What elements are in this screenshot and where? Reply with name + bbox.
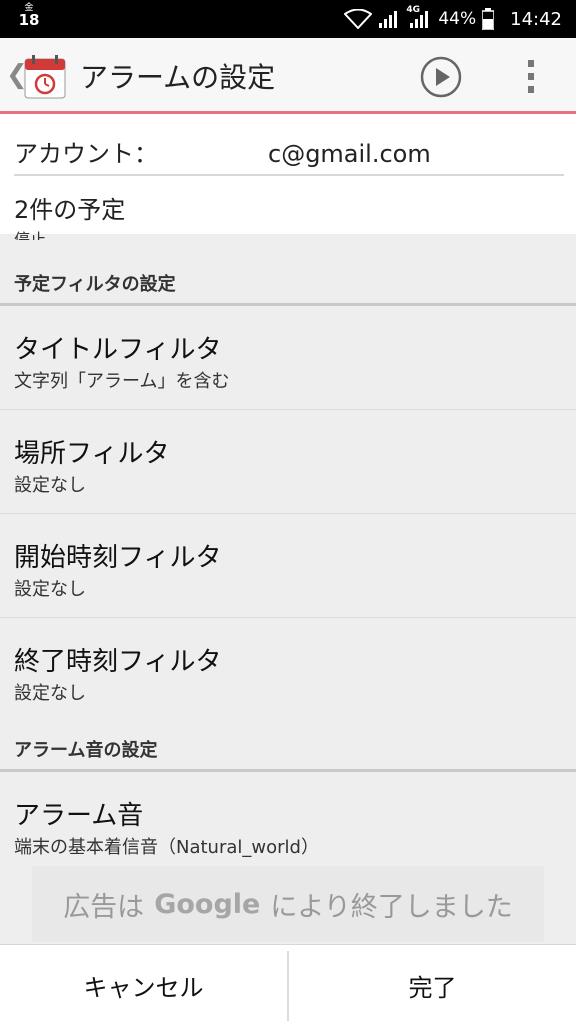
item-subtitle: 文字列「アラーム」を含む: [14, 371, 230, 392]
item-subtitle: 設定なし: [14, 475, 86, 496]
item-divider: [0, 513, 576, 514]
more-icon[interactable]: [525, 58, 537, 96]
page-title: アラームの設定: [80, 61, 276, 94]
filter-section-header: 予定フィルタの設定: [14, 274, 176, 295]
bottom-button-bar: キャンセル 完了: [0, 944, 576, 1025]
account-row: アカウント： c@gmail.com: [14, 134, 431, 169]
item-title: 終了時刻フィルタ: [14, 647, 222, 677]
battery-percent: 44%: [438, 9, 477, 29]
action-bar: ❮ アラームの設定: [0, 38, 576, 114]
item-divider: [0, 409, 576, 410]
end-time-filter-item[interactable]: 終了時刻フィルタ 設定なし: [0, 619, 576, 722]
battery-icon: [482, 8, 495, 30]
account-label: アカウント：: [14, 140, 158, 168]
status-right: 4G 44% 14:42: [344, 0, 562, 38]
events-count: 2件の予定: [14, 196, 126, 224]
section-divider: [0, 303, 576, 306]
cancel-button[interactable]: キャンセル: [0, 945, 287, 1025]
item-subtitle: 端末の基本着信音（Natural_world）: [14, 837, 319, 858]
item-title: 開始時刻フィルタ: [14, 543, 222, 573]
title-filter-item[interactable]: タイトルフィルタ 文字列「アラーム」を含む: [0, 307, 576, 410]
lte-signal-icon: 4G: [406, 5, 432, 29]
play-icon[interactable]: [420, 56, 462, 98]
info-divider: [14, 174, 564, 176]
partial-text: 停止: [14, 230, 47, 240]
sound-section-header: アラーム音の設定: [14, 740, 158, 761]
signal-icon: [379, 11, 398, 28]
alarm-sound-item[interactable]: アラーム音 端末の基本着信音（Natural_world）: [0, 773, 576, 876]
item-title: タイトルフィルタ: [14, 335, 222, 365]
ad-prefix: 広告は: [63, 891, 145, 923]
wifi-icon: [344, 9, 373, 29]
ad-suffix: により終了しました: [270, 891, 513, 923]
alarm-calendar-icon[interactable]: [24, 55, 66, 99]
google-logo: Google: [154, 888, 261, 920]
start-time-filter-item[interactable]: 開始時刻フィルタ 設定なし: [0, 515, 576, 618]
status-day: 18: [18, 11, 40, 29]
header-info: アカウント： c@gmail.com 2件の予定: [0, 114, 576, 234]
ad-banner[interactable]: 広告は Google により終了しました: [32, 866, 544, 942]
status-bar: 金 18 4G 44% 14:42: [0, 0, 576, 38]
item-title: アラーム音: [14, 801, 144, 831]
item-divider: [0, 617, 576, 618]
done-button[interactable]: 完了: [289, 945, 576, 1025]
account-email: c@gmail.com: [268, 140, 431, 168]
calendar-notification-icon: 金 18: [18, 4, 40, 28]
status-time: 14:42: [510, 8, 562, 30]
item-subtitle: 設定なし: [14, 683, 86, 704]
item-subtitle: 設定なし: [14, 579, 86, 600]
item-title: 場所フィルタ: [14, 439, 170, 469]
section-divider: [0, 769, 576, 772]
location-filter-item[interactable]: 場所フィルタ 設定なし: [0, 411, 576, 514]
